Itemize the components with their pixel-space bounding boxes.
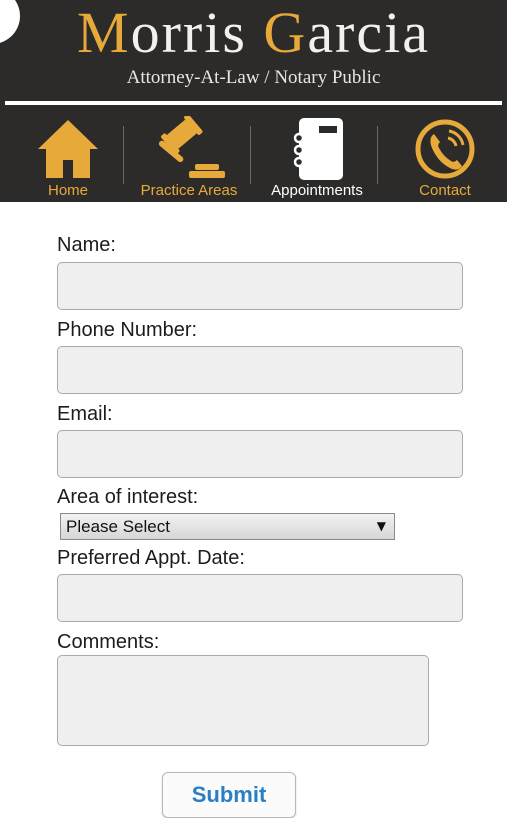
nav-label-contact: Contact	[419, 182, 471, 199]
phone-label: Phone Number:	[57, 319, 198, 341]
nav-separator	[250, 126, 251, 184]
main-nav: Home Practice Areas Appointments Contact	[0, 108, 507, 202]
nav-item-appointments[interactable]: Appointments	[260, 108, 374, 202]
nav-item-home[interactable]: Home	[20, 108, 116, 202]
notebook-icon	[293, 118, 343, 180]
site-header: › Morris Garcia Attorney-At-Law / Notary…	[0, 0, 507, 202]
interest-selected-value: Please Select	[66, 517, 170, 536]
nav-label-practice-areas: Practice Areas	[140, 182, 238, 199]
brand-first-name: Morris	[77, 0, 247, 65]
date-label: Preferred Appt. Date:	[57, 547, 245, 569]
phone-input[interactable]	[57, 346, 463, 394]
email-input[interactable]	[57, 430, 463, 478]
name-label: Name:	[57, 234, 116, 256]
comments-label: Comments:	[57, 631, 160, 653]
nav-label-home: Home	[47, 182, 88, 199]
header-divider	[5, 101, 502, 105]
interest-label: Area of interest:	[57, 486, 199, 508]
nav-label-appointments: Appointments	[271, 182, 363, 199]
comments-textarea[interactable]	[57, 655, 429, 746]
date-input[interactable]	[57, 574, 463, 622]
phone-icon	[415, 119, 475, 179]
nav-separator	[377, 126, 378, 184]
brand-subtitle: Attorney-At-Law / Notary Public	[126, 67, 381, 88]
home-icon	[38, 120, 98, 178]
email-label: Email:	[57, 403, 113, 425]
submit-button[interactable]: Submit	[162, 772, 296, 818]
nav-separator	[123, 126, 124, 184]
gavel-icon	[158, 116, 225, 178]
interest-select[interactable]: Please Select ▼	[60, 513, 395, 540]
nav-item-practice-areas[interactable]: Practice Areas	[130, 108, 248, 202]
nav-item-contact[interactable]: Contact	[394, 108, 496, 202]
name-input[interactable]	[57, 262, 463, 310]
brand-logo[interactable]: Morris Garcia	[0, 1, 507, 65]
dropdown-arrow-icon: ▼	[376, 519, 386, 533]
brand-last-name: Garcia	[263, 0, 430, 65]
